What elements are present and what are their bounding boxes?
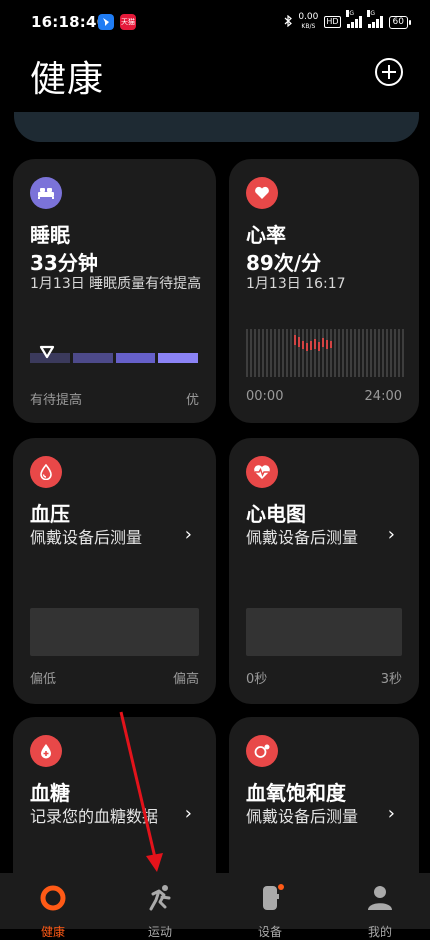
- chevron-right-icon: ›: [387, 803, 395, 824]
- footer-right: 优: [185, 393, 199, 408]
- card-subtitle: 佩戴设备后测量: [30, 528, 143, 547]
- notification-app-icon: [98, 14, 114, 30]
- empty-chart-placeholder: [30, 608, 199, 656]
- footer-left: 00:00: [246, 389, 284, 404]
- nav-label: 健康: [40, 925, 65, 939]
- card-subtitle: 1月13日 16:17: [246, 276, 346, 292]
- tmall-notification-icon: 天猫: [120, 14, 136, 30]
- sleep-quality-bar: [30, 353, 198, 363]
- person-icon: [368, 886, 392, 910]
- bottom-nav: 健康 运动 设备 我的: [0, 873, 430, 939]
- card-title: 血压: [30, 502, 70, 526]
- card-title: 血糖: [30, 781, 70, 805]
- nav-item-device[interactable]: 设备: [240, 883, 300, 939]
- nav-item-exercise[interactable]: 运动: [130, 883, 190, 939]
- card-title: 心电图: [246, 502, 306, 526]
- running-icon: [149, 885, 171, 911]
- card-title: 睡眠: [30, 223, 70, 247]
- heart-rate-card[interactable]: 心率 89次/分 1月13日 16:17 00:00 24:00: [229, 159, 419, 423]
- empty-chart-placeholder: [246, 608, 402, 656]
- footer-left: 0秒: [246, 672, 268, 687]
- signal-icon-1: 5G: [345, 10, 362, 28]
- nav-item-me[interactable]: 我的: [350, 883, 410, 939]
- sleep-card[interactable]: 睡眠 33分钟 1月13日 睡眠质量有待提高 有待提高 优: [13, 159, 216, 423]
- sleep-segment-4: [158, 353, 198, 363]
- status-time: 16:18:46: [31, 13, 108, 31]
- footer-right: 24:00: [364, 389, 402, 404]
- oxygen-icon: [246, 735, 278, 767]
- footer-left: 有待提高: [30, 393, 83, 408]
- sleep-segment-2: [72, 353, 113, 363]
- network-speed: 0.00 KB/S: [298, 12, 319, 31]
- partial-card[interactable]: [14, 112, 419, 142]
- nav-label: 运动: [147, 925, 172, 939]
- battery-icon: 60: [388, 15, 412, 29]
- card-value: 89次/分: [246, 251, 322, 275]
- nav-label: 设备: [257, 925, 282, 939]
- card-title: 心率: [246, 223, 286, 247]
- chevron-right-icon: ›: [387, 524, 395, 545]
- status-indicators: 0.00 KB/S HD 5G 5G 60: [284, 10, 412, 31]
- heart-rate-chart: [246, 329, 404, 377]
- health-ring-icon: [40, 885, 66, 911]
- signal-icon-2: 5G: [366, 10, 383, 28]
- ecg-heart-icon: [246, 456, 278, 488]
- watch-icon: [263, 884, 284, 910]
- sleep-segment-3: [115, 353, 156, 363]
- nav-label: 我的: [367, 925, 392, 939]
- heart-icon: [246, 177, 278, 209]
- chevron-right-icon: ›: [184, 803, 192, 824]
- hd-icon: HD: [324, 16, 341, 28]
- bluetooth-icon: [284, 14, 293, 30]
- card-title: 血氧饱和度: [246, 781, 346, 805]
- blood-drop-icon: [30, 456, 62, 488]
- nav-item-health[interactable]: 健康: [23, 883, 83, 939]
- card-subtitle: 记录您的血糖数据: [30, 807, 159, 826]
- footer-right: 3秒: [380, 672, 402, 687]
- glucose-drop-icon: [30, 735, 62, 767]
- page-title: 健康: [30, 59, 105, 100]
- card-value: 33分钟: [30, 251, 98, 275]
- add-button[interactable]: [375, 58, 403, 86]
- sleep-level-marker: [39, 345, 54, 359]
- footer-left: 偏低: [30, 672, 57, 687]
- chevron-right-icon: ›: [184, 524, 192, 545]
- blood-pressure-card[interactable]: 血压 佩戴设备后测量 › 偏低 偏高: [13, 438, 216, 704]
- card-subtitle: 1月13日 睡眠质量有待提高: [30, 276, 202, 292]
- bed-icon: [30, 177, 62, 209]
- card-subtitle: 佩戴设备后测量: [246, 528, 359, 547]
- status-bar: 16:18:46 天猫 0.00 KB/S HD 5G 5G 60: [0, 0, 430, 44]
- card-subtitle: 佩戴设备后测量: [246, 807, 359, 826]
- ecg-card[interactable]: 心电图 佩戴设备后测量 › 0秒 3秒: [229, 438, 419, 704]
- footer-right: 偏高: [172, 672, 199, 687]
